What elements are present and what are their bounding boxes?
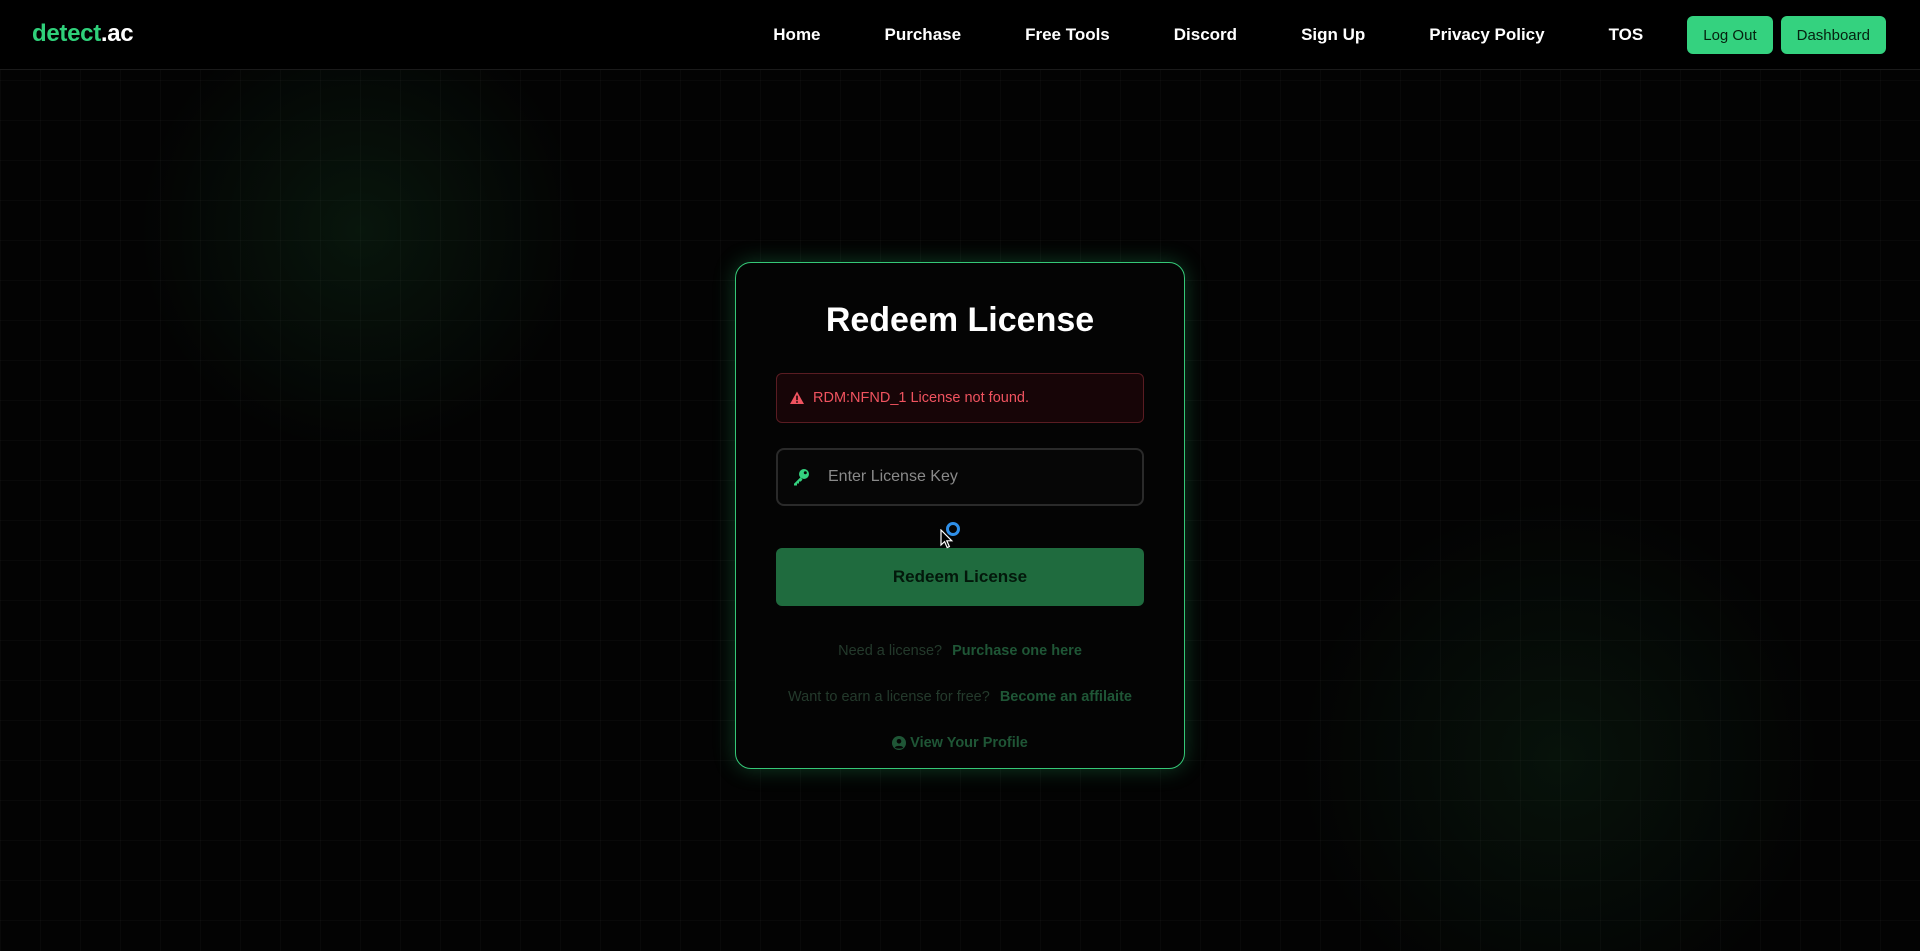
brand-name: detect <box>32 20 101 47</box>
redeem-license-button[interactable]: Redeem License <box>776 548 1144 606</box>
card-title: Redeem License <box>825 301 1095 339</box>
nav-privacy-policy-link[interactable]: Privacy Policy <box>1429 25 1544 45</box>
brand-logo[interactable]: detect.ac <box>32 20 134 48</box>
nav-purchase-link[interactable]: Purchase <box>885 25 962 45</box>
log-out-button[interactable]: Log Out <box>1687 16 1773 54</box>
key-icon <box>791 467 811 487</box>
view-profile-text: View Your Profile <box>910 735 1028 751</box>
loading-spinner-icon <box>946 522 960 536</box>
error-alert: RDM:NFND_1 License not found. <box>776 373 1144 423</box>
earn-license-text: Want to earn a license for free? <box>788 689 990 705</box>
top-navbar: detect.ac Home Purchase Free Tools Disco… <box>0 0 1920 70</box>
purchase-link[interactable]: Purchase one here <box>952 643 1082 659</box>
dashboard-button[interactable]: Dashboard <box>1780 16 1886 54</box>
brand-tld: .ac <box>100 20 134 47</box>
nav-home-link[interactable]: Home <box>773 25 820 45</box>
affiliate-link[interactable]: Become an affilaite <box>1000 689 1132 705</box>
redeem-license-card: Redeem License RDM:NFND_1 License not fo… <box>735 262 1185 769</box>
need-license-row: Need a license? Purchase one here <box>736 643 1184 659</box>
nav-free-tools-link[interactable]: Free Tools <box>1025 25 1110 45</box>
nav-tos-link[interactable]: TOS <box>1609 25 1644 45</box>
earn-license-row: Want to earn a license for free? Become … <box>736 689 1184 705</box>
need-license-text: Need a license? <box>838 643 943 659</box>
nav-sign-up-link[interactable]: Sign Up <box>1301 25 1365 45</box>
license-key-field[interactable] <box>776 448 1144 506</box>
error-alert-text: RDM:NFND_1 License not found. <box>813 390 1029 406</box>
nav-links: Home Purchase Free Tools Discord Sign Up… <box>773 0 1886 70</box>
view-profile-link[interactable]: View Your Profile <box>736 735 1184 751</box>
user-circle-icon <box>892 736 907 750</box>
nav-discord-link[interactable]: Discord <box>1174 25 1237 45</box>
warning-triangle-icon <box>789 390 805 406</box>
license-key-input[interactable] <box>828 457 1128 497</box>
